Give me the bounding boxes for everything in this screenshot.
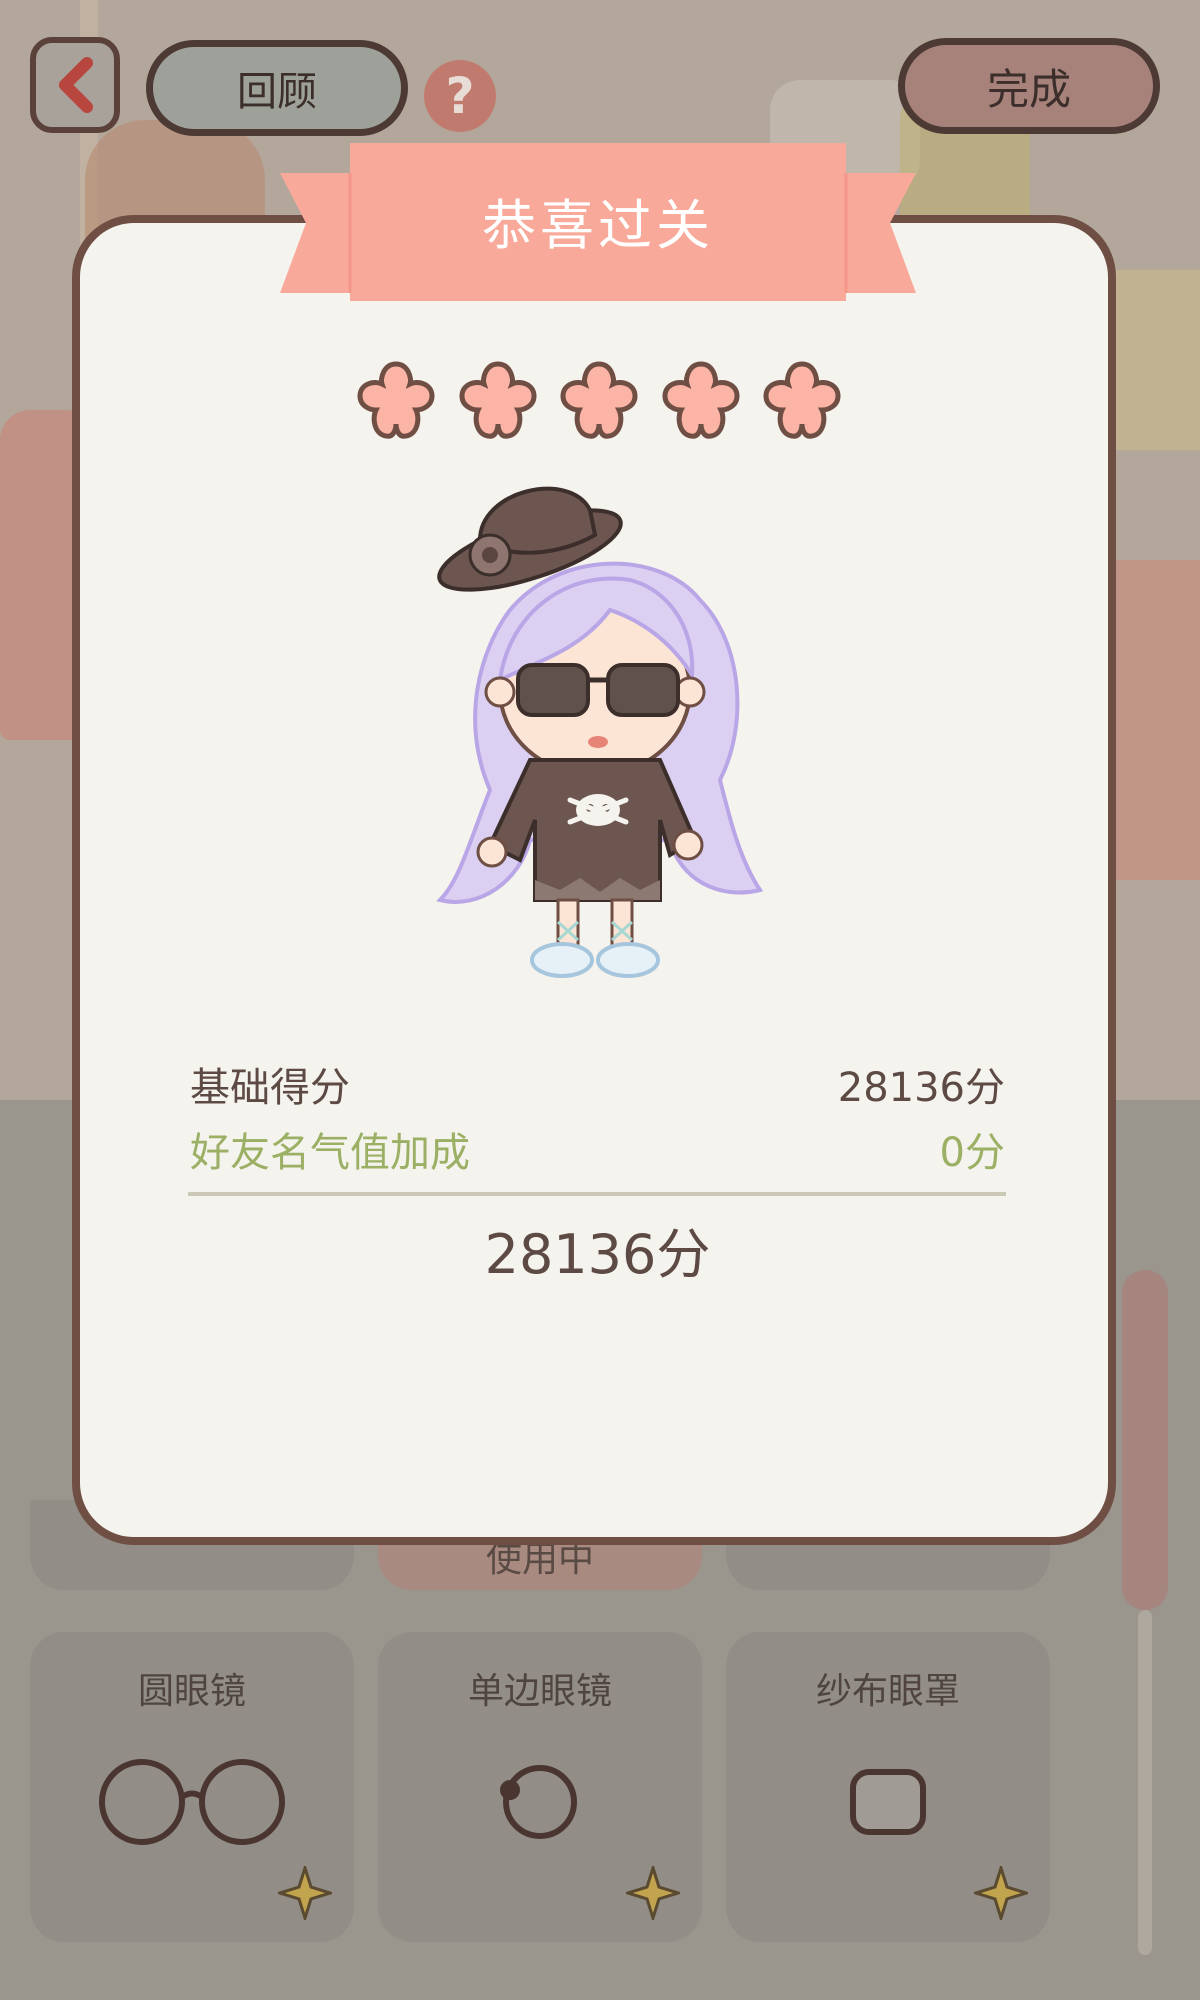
review-button[interactable]: 回顾 — [146, 40, 408, 136]
item-card-gauze-eyepatch[interactable]: 纱布眼罩 — [726, 1632, 1050, 1942]
sparkle-icon — [974, 1866, 1028, 1920]
scroll-track[interactable] — [1138, 1610, 1152, 1955]
dialog-title: 恭喜过关 — [482, 194, 714, 257]
character-avatar — [436, 486, 764, 978]
friend-popularity-bonus-value: 0分 — [939, 1130, 1005, 1176]
base-score-row: 基础得分 28136分 — [190, 1055, 1005, 1115]
flower-star-icon — [763, 361, 841, 439]
gauze-eyepatch-icon — [726, 1742, 1050, 1862]
total-score: 28136分 — [484, 1223, 711, 1286]
flower-star-icon — [661, 361, 740, 439]
flower-star-icon — [458, 361, 537, 439]
done-button[interactable]: 完成 — [898, 38, 1160, 134]
back-button[interactable] — [30, 37, 120, 133]
friend-popularity-bonus-label: 好友名气值加成 — [190, 1130, 470, 1176]
title-ribbon: 恭喜过关 — [280, 143, 916, 301]
base-score-value: 28136分 — [837, 1065, 1005, 1111]
chevron-left-icon — [59, 57, 93, 113]
base-score-label: 基础得分 — [190, 1065, 350, 1111]
category-scroll-handle[interactable] — [1122, 1270, 1168, 1610]
item-label: 单边眼镜 — [467, 1671, 612, 1712]
score-divider — [188, 1192, 1006, 1196]
monocle-icon — [378, 1742, 702, 1862]
item-label: 纱布眼罩 — [815, 1671, 960, 1712]
help-icon[interactable]: ? — [424, 60, 496, 132]
star-rating — [354, 358, 844, 442]
sparkle-icon — [626, 1866, 680, 1920]
round-glasses-icon — [30, 1742, 354, 1862]
item-label: 圆眼镜 — [137, 1671, 246, 1712]
bonus-score-row: 好友名气值加成 0分 — [190, 1120, 1005, 1180]
item-card-round-glasses[interactable]: 圆眼镜 — [30, 1632, 354, 1942]
item-card-monocle[interactable]: 单边眼镜 — [378, 1632, 702, 1942]
sparkle-icon — [278, 1866, 332, 1920]
flower-star-icon — [357, 361, 435, 439]
flower-star-icon — [560, 361, 638, 439]
